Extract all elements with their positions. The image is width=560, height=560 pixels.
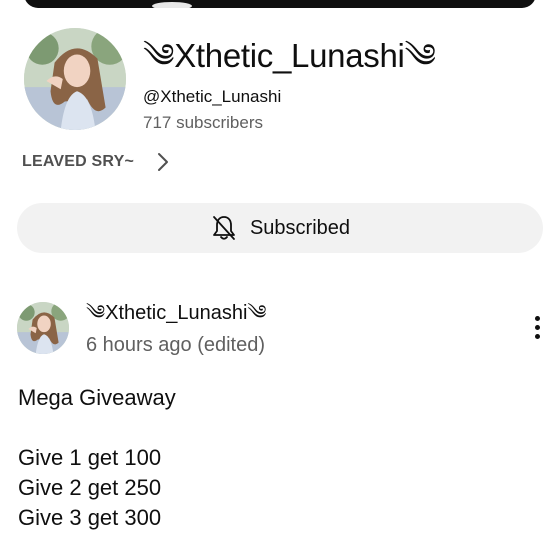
post-line: Give 2 get 250 <box>18 475 162 500</box>
channel-description-link[interactable]: LEAVED SRY~ <box>22 149 170 175</box>
subscriber-count: 717 subscribers <box>143 113 264 132</box>
chevron-right-icon <box>158 153 169 171</box>
post-line: Give 3 get 300 <box>18 505 162 530</box>
subscribed-button[interactable]: Subscribed <box>17 203 543 253</box>
post-author-name[interactable]: ༄Xthetic_Lunashi༄ <box>86 301 267 325</box>
channel-description: LEAVED SRY~ <box>22 153 135 170</box>
post-spacer <box>18 413 538 443</box>
channel-banner <box>24 0 536 10</box>
channel-avatar[interactable] <box>24 28 126 130</box>
avatar-photo <box>24 28 126 130</box>
bell-off-icon <box>213 216 235 240</box>
post-line: Give 1 get 100 <box>18 445 162 470</box>
post-title: Mega Giveaway <box>18 385 176 410</box>
menu-dot <box>534 333 540 339</box>
post-body: Mega Giveaway Give 1 get 100 Give 2 get … <box>18 383 538 533</box>
channel-name: ༄Xthetic_Lunashi༄ <box>143 37 436 74</box>
banner-highlight <box>152 2 192 10</box>
post-timestamp: 6 hours ago (edited) <box>86 334 266 356</box>
post-author-avatar[interactable] <box>17 302 69 354</box>
avatar-photo <box>17 302 69 354</box>
menu-dot <box>534 315 540 321</box>
more-vertical-icon[interactable] <box>524 312 550 342</box>
menu-dot <box>534 324 540 330</box>
channel-handle: @Xthetic_Lunashi <box>143 87 282 106</box>
subscribed-label: Subscribed <box>249 216 351 239</box>
